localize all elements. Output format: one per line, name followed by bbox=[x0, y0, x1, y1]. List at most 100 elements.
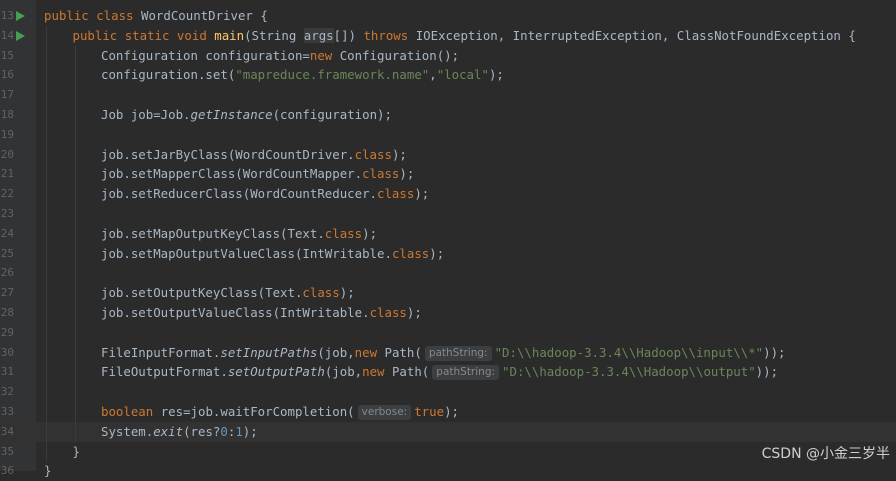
code-line[interactable]: 17 bbox=[0, 85, 896, 105]
line-number: 29 bbox=[0, 325, 14, 339]
indent-guide bbox=[46, 204, 47, 224]
line-number: 30 bbox=[0, 345, 14, 359]
code-token: ); bbox=[429, 245, 445, 261]
code-token: (res? bbox=[183, 423, 221, 439]
parameter-hint: pathString: bbox=[424, 345, 492, 361]
indent-guide bbox=[74, 342, 76, 363]
code-line[interactable]: 25 job.setMapOutputValueClass(IntWritable… bbox=[0, 243, 896, 264]
code-token: job.setMapOutputValueClass(IntWritable. bbox=[101, 245, 392, 261]
code-token: Configuration configuration= bbox=[101, 47, 310, 63]
code-line[interactable]: 32 bbox=[0, 382, 896, 402]
code-text: System.exit(res?0:1); bbox=[101, 422, 258, 442]
code-line[interactable]: 14 public static void main(String args[])… bbox=[0, 25, 896, 46]
code-line[interactable]: 13 public class WordCountDriver { bbox=[0, 6, 896, 26]
line-number: 23 bbox=[0, 207, 14, 220]
code-line[interactable]: 21 job.setMapperClass(WordCountMapper.cla… bbox=[0, 164, 896, 185]
code-line[interactable]: 29 bbox=[0, 322, 896, 343]
code-text: public class WordCountDriver { bbox=[44, 6, 268, 26]
line-number: 22 bbox=[0, 187, 14, 201]
indent-guide bbox=[74, 45, 76, 66]
indent-guide bbox=[74, 382, 76, 402]
code-token: setOutputPath bbox=[227, 364, 325, 380]
code-token: (job, bbox=[324, 364, 363, 380]
line-number: 32 bbox=[0, 385, 14, 399]
indent-guide bbox=[74, 184, 76, 204]
indent-guide bbox=[46, 303, 47, 323]
code-token: FileInputFormat. bbox=[101, 344, 221, 360]
code-token: Path( bbox=[391, 364, 430, 380]
code-line[interactable]: 18 Job job=Job.getInstance(configuration)… bbox=[0, 105, 896, 125]
code-line[interactable]: 36} bbox=[0, 461, 896, 481]
code-line[interactable]: 34 System.exit(res?0:1); bbox=[0, 421, 896, 442]
code-line[interactable]: 16 configuration.set("mapreduce.framework… bbox=[0, 65, 896, 86]
code-text: job.setMapOutputValueClass(IntWritable.c… bbox=[101, 244, 444, 264]
code-line[interactable]: 26 bbox=[0, 263, 896, 284]
code-token: class bbox=[369, 305, 407, 320]
code-token: public class bbox=[44, 8, 141, 23]
code-token: FileOutputFormat. bbox=[101, 364, 228, 380]
code-token: IOException, InterruptedException, Class… bbox=[415, 27, 856, 43]
code-token: )); bbox=[763, 344, 786, 360]
code-line[interactable]: 19 bbox=[0, 124, 896, 145]
run-icon[interactable] bbox=[16, 30, 25, 41]
code-token: 1 bbox=[235, 423, 243, 439]
code-token: ); bbox=[406, 305, 422, 320]
indent-guide bbox=[46, 45, 47, 66]
code-token: job.setMapOutputKeyClass(Text. bbox=[101, 225, 325, 241]
indent-guide bbox=[46, 362, 47, 383]
run-icon[interactable] bbox=[16, 11, 25, 21]
code-token: ); bbox=[488, 67, 504, 83]
indent-guide bbox=[74, 105, 76, 125]
code-token: job.setJarByClass(WordCountDriver. bbox=[101, 146, 355, 162]
line-number: 34 bbox=[0, 424, 14, 438]
watermark: CSDN @小金三岁半 bbox=[761, 446, 890, 462]
indent-guide bbox=[74, 322, 76, 343]
code-token: res=job.waitForCompletion( bbox=[160, 404, 355, 419]
indent-guide bbox=[46, 223, 47, 244]
indent-guide bbox=[46, 164, 47, 185]
indent-guide bbox=[74, 144, 76, 165]
code-token: "local" bbox=[436, 67, 489, 83]
line-number: 14 bbox=[0, 28, 14, 42]
code-line[interactable]: 27 job.setOutputKeyClass(Text.class); bbox=[0, 283, 896, 303]
indent-guide bbox=[74, 85, 76, 105]
line-number: 28 bbox=[0, 306, 14, 319]
code-text: job.setMapOutputKeyClass(Text.class); bbox=[101, 224, 377, 244]
indent-guide bbox=[74, 124, 76, 145]
code-token: class bbox=[362, 166, 400, 182]
code-text: boolean res=job.waitForCompletion(verbos… bbox=[101, 402, 459, 422]
code-editor[interactable]: 13 public class WordCountDriver {14 public… bbox=[0, 0, 896, 478]
code-token: configuration.set( bbox=[101, 67, 236, 83]
code-line[interactable]: 24 job.setMapOutputKeyClass(Text.class); bbox=[0, 223, 896, 244]
code-line[interactable]: 31 FileOutputFormat.setOutputPath(job,new… bbox=[0, 362, 896, 383]
code-line[interactable]: 22 job.setReducerClass(WordCountReducer.c… bbox=[0, 184, 896, 204]
code-token: new bbox=[354, 344, 385, 360]
code-token: "mapreduce.framework.name" bbox=[235, 67, 430, 83]
line-number: 18 bbox=[0, 108, 14, 121]
line-number: 33 bbox=[0, 405, 14, 418]
code-token: main bbox=[214, 27, 245, 43]
code-line[interactable]: 20 job.setJarByClass(WordCountDriver.clas… bbox=[0, 144, 896, 165]
indent-guide bbox=[46, 243, 47, 264]
code-text: job.setJarByClass(WordCountDriver.class)… bbox=[101, 145, 407, 165]
code-line[interactable]: 33 boolean res=job.waitForCompletion(verb… bbox=[0, 402, 896, 422]
code-text: job.setOutputKeyClass(Text.class); bbox=[101, 283, 355, 303]
code-line[interactable]: 23 bbox=[0, 204, 896, 224]
indent-guide bbox=[74, 223, 76, 244]
code-line[interactable]: 30 FileInputFormat.setInputPaths(job,new … bbox=[0, 342, 896, 363]
indent-guide bbox=[46, 441, 47, 462]
code-token: class bbox=[354, 146, 392, 162]
indent-guide bbox=[46, 85, 47, 105]
indent-guide bbox=[46, 342, 47, 363]
code-token: class bbox=[302, 285, 340, 301]
code-token: ); bbox=[362, 225, 378, 241]
code-text: } bbox=[44, 461, 51, 481]
indent-guide bbox=[46, 25, 47, 46]
indent-guide bbox=[46, 144, 47, 165]
code-text: Configuration configuration=new Configur… bbox=[101, 46, 459, 66]
code-line[interactable]: 15 Configuration configuration=new Config… bbox=[0, 45, 896, 66]
indent-guide bbox=[46, 124, 47, 145]
code-text: FileOutputFormat.setOutputPath(job,new P… bbox=[101, 362, 778, 382]
code-token: []) bbox=[333, 27, 364, 43]
code-line[interactable]: 28 job.setOutputValueClass(IntWritable.cl… bbox=[0, 303, 896, 323]
